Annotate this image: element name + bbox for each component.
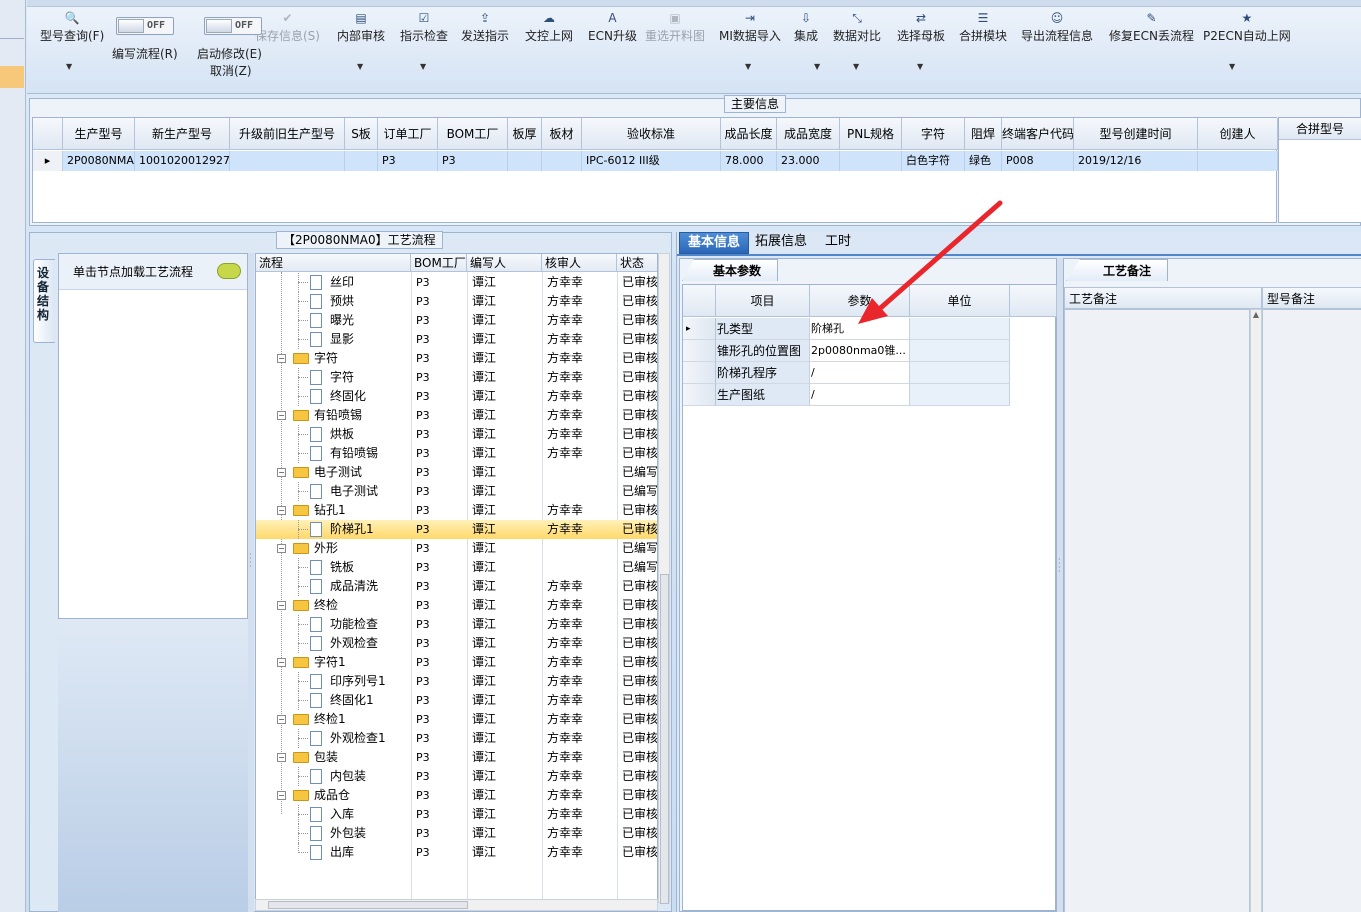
annotation-arrow-shaft bbox=[873, 200, 1003, 315]
annotation-arrow-head bbox=[858, 298, 888, 324]
annotation-arrow bbox=[858, 200, 1003, 324]
app-window: 🔍 型号查询(F) ▼ ✔ 保存信息(S) ▤ 内部审核 ▼ ☑ 指示检查 ▼ ⇪ 发送指示 ☁ 文控上网 A… bbox=[0, 0, 1361, 912]
